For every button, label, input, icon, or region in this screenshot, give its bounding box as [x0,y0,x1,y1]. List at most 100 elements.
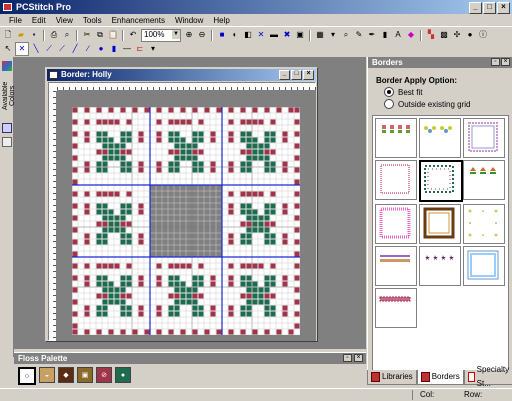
half-stitch-icon[interactable]: ◐ [229,29,241,41]
close-icon[interactable]: × [354,354,363,362]
border-thumbnail-selected[interactable] [419,160,463,202]
bead-tool-icon[interactable]: ● [95,43,107,55]
pointer-icon[interactable]: ↖ [2,43,14,55]
pin-icon[interactable]: ▫ [343,354,352,362]
border-thumbnail[interactable] [375,246,417,286]
border-thumbnail[interactable] [419,246,461,286]
full-stitch-icon[interactable]: ■ [216,29,228,41]
floss-swatch[interactable]: ● [115,367,131,383]
menu-window[interactable]: Window [170,14,208,27]
floss-swatch[interactable]: ◒ [39,367,55,383]
layers-icon[interactable] [2,137,12,147]
pattern-window-title-bar[interactable]: Border: Holly [47,69,316,81]
grid-stitch-icon[interactable]: ✖ [281,29,293,41]
close-icon[interactable]: × [497,2,510,14]
menu-edit[interactable]: Edit [27,14,51,27]
tab-libraries[interactable]: Libraries [367,370,417,385]
stitch-cell [252,263,258,269]
short-line-tool-icon[interactable]: ⟋ [56,43,68,55]
eye-icon[interactable] [2,123,12,133]
stitch-cell [264,311,270,317]
cross-stitch-icon[interactable]: ✕ [255,29,267,41]
close-icon[interactable]: × [501,58,510,66]
floss-swatch[interactable]: ◆ [58,367,74,383]
tab-specialty-stitches[interactable]: Specialty St... [463,365,512,388]
new-icon[interactable]: 🗋 [2,29,14,41]
eraser-icon[interactable]: ◆ [405,29,417,41]
palette-icon[interactable] [2,61,12,71]
stitch-cell [174,299,180,305]
eyedropper-icon[interactable]: ✒ [366,29,378,41]
border-thumbnail[interactable] [463,246,505,286]
menu-enhancements[interactable]: Enhancements [107,14,170,27]
search-icon[interactable]: ⌕ [340,29,352,41]
camera-icon[interactable]: ● [464,29,476,41]
floss-swatch[interactable]: ○ [18,367,36,385]
knot-tool-icon[interactable]: ⊏ [134,43,146,55]
zoom-out-icon[interactable]: ⊖ [196,29,208,41]
paste-icon[interactable]: 📋 [107,29,119,41]
straight-line-tool-icon[interactable]: ╱ [69,43,81,55]
radio-button[interactable] [384,99,394,109]
cut-icon[interactable]: ✂ [81,29,93,41]
line-tool-icon[interactable]: ╲ [30,43,42,55]
border-thumbnail[interactable] [419,204,461,244]
rect-tool-icon[interactable]: ▮ [108,43,120,55]
close-icon[interactable]: × [303,70,314,80]
floss-swatch[interactable]: ⊘ [96,367,112,383]
maximize-icon[interactable]: □ [483,2,496,14]
undo-icon[interactable]: ↶ [127,29,139,41]
print-preview-icon[interactable]: ⌕ [61,29,73,41]
tab-borders[interactable]: Borders [416,370,464,385]
menu-tools[interactable]: Tools [78,14,107,27]
x-stitch-tool-icon[interactable]: ✕ [15,42,29,56]
menu-help[interactable]: Help [208,14,234,27]
save-icon[interactable]: ▪ [28,29,40,41]
backstitch-icon[interactable]: ▬ [268,29,280,41]
tool-dropdown-icon[interactable]: ▾ [147,43,159,55]
border-thumbnail[interactable] [463,204,505,244]
document-icon[interactable] [49,71,58,79]
specialty-tool-icon[interactable]: — [121,43,133,55]
pattern-icon[interactable]: ▩ [438,29,450,41]
border-thumbnail[interactable] [375,288,417,328]
app-icon[interactable] [3,3,12,11]
freehand-tool-icon[interactable]: ∕ [82,43,94,55]
stitch-icon[interactable]: ✣ [451,29,463,41]
pin-icon[interactable]: ▫ [491,58,500,66]
radio-button[interactable] [384,87,394,97]
stitch-cell [252,143,258,149]
grid-icon[interactable]: ▦ [314,29,326,41]
border-thumbnail[interactable] [375,204,417,244]
border-thumbnail[interactable] [375,118,417,158]
available-colors-tab[interactable]: Available Colors [2,73,16,119]
menu-view[interactable]: View [51,14,78,27]
pencil-icon[interactable]: ✎ [353,29,365,41]
option-outside-grid[interactable]: Outside existing grid [384,99,470,109]
grid-dropdown-icon[interactable]: ▾ [327,29,339,41]
menu-file[interactable]: File [4,14,27,27]
maximize-icon[interactable]: □ [291,70,302,80]
chevron-down-icon[interactable]: ▼ [172,29,180,39]
border-icon[interactable]: ▣ [294,29,306,41]
floss-swatch[interactable]: ▣ [77,367,93,383]
fill-icon[interactable]: ▮ [379,29,391,41]
print-icon[interactable]: ⎙ [48,29,60,41]
option-best-fit[interactable]: Best fit [384,87,422,97]
colors-icon[interactable]: ▚ [425,29,437,41]
zoom-in-icon[interactable]: ⊕ [183,29,195,41]
diagonal-tool-icon[interactable]: ⟋ [43,43,55,55]
minimize-icon[interactable]: _ [469,2,482,14]
border-thumbnail[interactable] [463,160,505,200]
quarter-stitch-icon[interactable]: ◧ [242,29,254,41]
open-icon[interactable]: ▰ [15,29,27,41]
help-icon[interactable]: ⓘ [477,29,489,41]
minimize-icon[interactable]: _ [279,70,290,80]
pattern-grid[interactable] [72,107,300,335]
text-icon[interactable]: A [392,29,404,41]
border-thumbnail[interactable] [463,118,505,158]
zoom-select[interactable]: 100% ▼ [141,28,181,42]
border-thumbnail[interactable] [419,118,461,158]
copy-icon[interactable]: ⧉ [94,29,106,41]
border-thumbnail[interactable] [375,160,417,200]
